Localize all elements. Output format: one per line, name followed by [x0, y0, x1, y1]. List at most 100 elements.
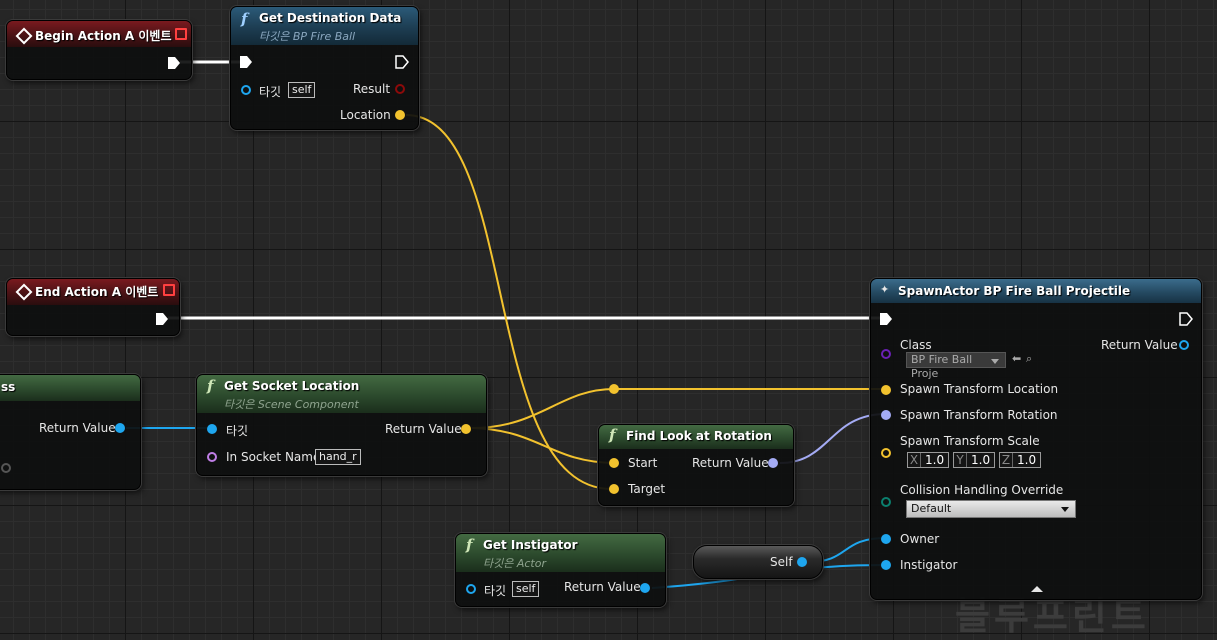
node-header	[0, 375, 140, 401]
return-value-label: Return Value	[1101, 338, 1178, 352]
node-title: SpawnActor BP Fire Ball Projectile	[898, 284, 1131, 298]
get-socket-location-node[interactable]: f Get Socket Location 타깃은 Scene Componen…	[196, 374, 487, 476]
target-pin[interactable]	[609, 484, 619, 494]
function-icon: f	[207, 377, 214, 395]
partial-getter-node[interactable]: ss Return Value	[0, 374, 141, 490]
spawn-actor-node[interactable]: ✦ SpawnActor BP Fire Ball Projectile Cla…	[870, 278, 1202, 600]
exec-in-pin[interactable]	[879, 312, 893, 326]
socket-name-input[interactable]: hand_r	[315, 449, 361, 465]
y-axis-label: Y	[954, 453, 967, 467]
browse-search-icon[interactable]: ⌕	[1026, 352, 1032, 366]
reroute-knot[interactable]	[609, 384, 619, 394]
instigator-pin[interactable]	[881, 560, 891, 570]
spawn-scale-label: Spawn Transform Scale	[900, 434, 1040, 448]
delegate-pin-icon[interactable]	[163, 284, 175, 296]
vector-wire-socket-to-reroute	[471, 388, 615, 429]
return-value-pin[interactable]	[768, 458, 778, 468]
target-label: 타깃	[226, 424, 249, 438]
start-label: Start	[628, 456, 658, 470]
spawn-scale-pin[interactable]	[881, 448, 891, 458]
node-subtitle: 타깃은 Actor	[483, 557, 546, 570]
result-pin[interactable]	[395, 84, 405, 94]
return-value-pin[interactable]	[461, 424, 471, 434]
location-label: Location	[340, 108, 391, 122]
target-label: 타깃	[259, 85, 282, 99]
end-action-event-node[interactable]: End Action A 이벤트	[6, 278, 180, 336]
target-label: Target	[628, 482, 666, 496]
class-label: Class	[900, 338, 932, 352]
node-title: Find Look at Rotation	[626, 429, 772, 443]
chevron-down-icon	[991, 359, 999, 364]
exec-out-pin[interactable]	[167, 56, 181, 70]
socket-name-pin[interactable]	[207, 452, 217, 462]
scale-y-field[interactable]: Y 1.0	[953, 452, 995, 468]
collapse-advanced-arrow-icon[interactable]	[1031, 585, 1043, 593]
node-title: Begin Action A 이벤트	[35, 29, 172, 43]
function-icon: f	[609, 426, 616, 444]
target-label: 타깃	[484, 584, 507, 598]
extra-pin[interactable]	[1, 463, 11, 473]
location-pin[interactable]	[395, 110, 405, 120]
class-dropdown-value: BP Fire Ball Proje	[911, 353, 973, 380]
node-subtitle: 타깃은 BP Fire Ball	[259, 30, 356, 43]
exec-out-pin[interactable]	[395, 55, 409, 69]
function-icon: f	[466, 536, 473, 554]
spawn-location-label: Spawn Transform Location	[900, 382, 1059, 396]
get-instigator-node[interactable]: f Get Instigator 타깃은 Actor 타깃 self Retur…	[455, 533, 666, 607]
target-self-box[interactable]: self	[512, 581, 540, 597]
function-icon: f	[241, 10, 248, 28]
return-value-pin[interactable]	[640, 583, 650, 593]
collision-pin[interactable]	[881, 497, 891, 507]
y-value: 1.0	[971, 453, 991, 467]
target-self-box[interactable]: self	[288, 82, 316, 98]
node-title: End Action A 이벤트	[35, 285, 159, 299]
scale-x-field[interactable]: X 1.0	[907, 452, 949, 468]
node-title: Get Destination Data	[259, 11, 402, 25]
collision-dropdown[interactable]: Default	[906, 500, 1076, 518]
node-title: Get Socket Location	[224, 379, 360, 393]
class-dropdown[interactable]: BP Fire Ball Proje	[906, 352, 1006, 380]
start-pin[interactable]	[609, 458, 619, 468]
return-value-label: Return Value	[39, 421, 116, 435]
owner-label: Owner	[900, 532, 940, 546]
return-value-pin[interactable]	[1179, 340, 1189, 350]
get-destination-data-node[interactable]: f Get Destination Data 타깃은 BP Fire Ball …	[230, 6, 419, 130]
self-reference-node[interactable]: Self	[693, 545, 823, 579]
class-pin[interactable]	[881, 349, 891, 359]
result-label: Result	[353, 82, 391, 96]
vector-wire-socket-to-start	[471, 427, 615, 464]
owner-pin[interactable]	[881, 534, 891, 544]
target-pin[interactable]	[241, 85, 251, 95]
node-title: Get Instigator	[483, 538, 578, 552]
spawn-location-pin[interactable]	[881, 385, 891, 395]
z-value: 1.0	[1017, 453, 1037, 467]
scale-z-field[interactable]: Z 1.0	[999, 452, 1041, 468]
instigator-label: Instigator	[900, 558, 958, 572]
node-subtitle: 타깃은 Scene Component	[224, 398, 359, 411]
use-selected-arrow-icon[interactable]: ⬅	[1012, 352, 1021, 365]
node-title: ss	[1, 380, 16, 394]
begin-action-event-node[interactable]: Begin Action A 이벤트	[6, 20, 192, 80]
x-value: 1.0	[925, 453, 945, 467]
self-label: Self	[770, 555, 793, 569]
exec-out-pin[interactable]	[1179, 312, 1193, 326]
exec-out-pin[interactable]	[155, 312, 169, 326]
return-value-label: Return Value	[385, 422, 462, 436]
socket-name-label: In Socket Name	[226, 450, 321, 464]
x-axis-label: X	[908, 453, 921, 467]
chevron-down-icon	[1061, 507, 1069, 512]
spawn-rotation-label: Spawn Transform Rotation	[900, 408, 1058, 422]
target-pin[interactable]	[466, 584, 476, 594]
collision-dropdown-value: Default	[911, 502, 952, 515]
spawn-icon: ✦	[880, 283, 890, 296]
spawn-rotation-pin[interactable]	[881, 410, 891, 420]
return-value-label: Return Value	[692, 456, 769, 470]
return-value-pin[interactable]	[115, 423, 125, 433]
self-output-pin[interactable]	[797, 557, 807, 567]
find-look-at-rotation-node[interactable]: f Find Look at Rotation Start Return Val…	[598, 424, 794, 506]
z-axis-label: Z	[1000, 453, 1013, 467]
collision-label: Collision Handling Override	[900, 483, 1064, 497]
delegate-pin-icon[interactable]	[175, 28, 187, 40]
target-pin[interactable]	[207, 424, 217, 434]
exec-in-pin[interactable]	[239, 55, 253, 69]
